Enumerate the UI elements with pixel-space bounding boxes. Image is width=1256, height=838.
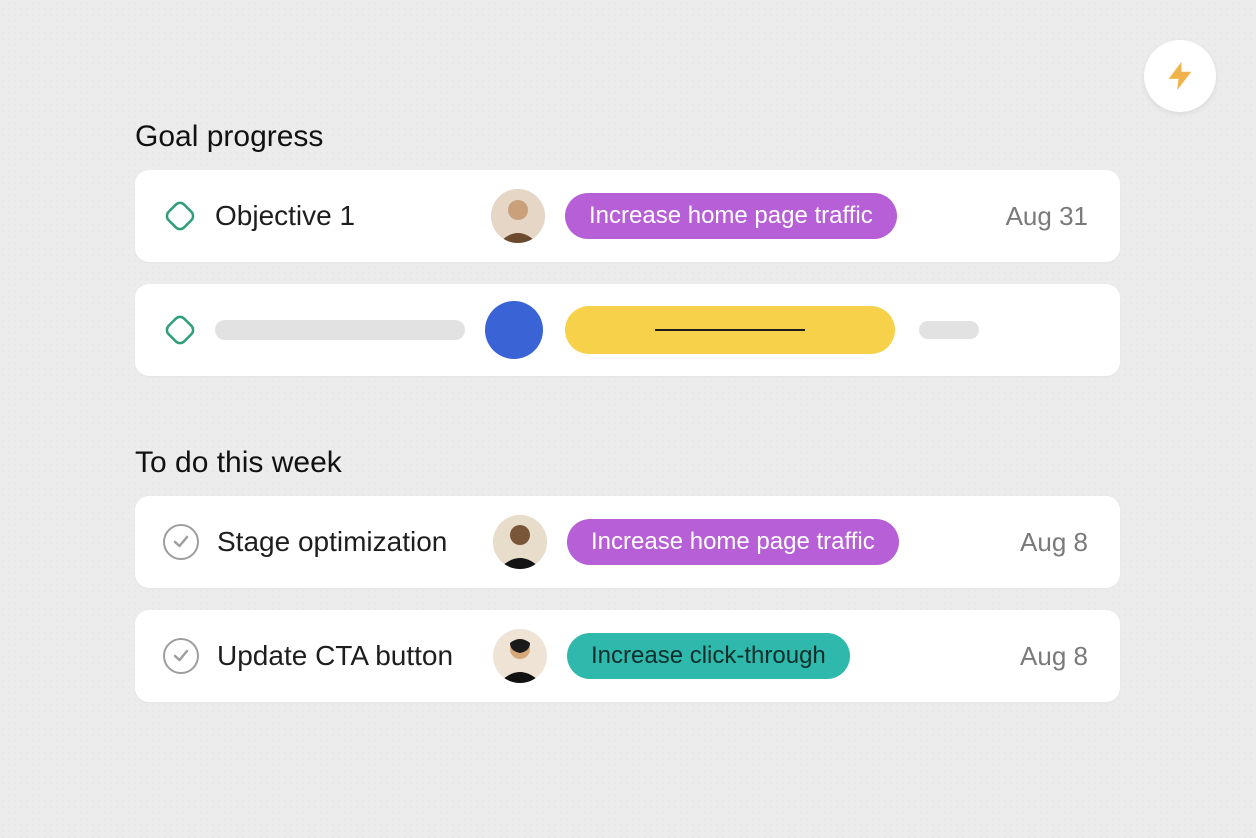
diamond-icon [163,313,197,347]
task-tag[interactable]: Increase click-through [567,633,850,679]
task-row[interactable]: Stage optimization Increase home page tr… [135,496,1120,588]
tag-label: Increase click-through [591,642,826,670]
avatar-icon [491,189,545,243]
placeholder-avatar [485,301,543,359]
placeholder-title [215,320,465,340]
tag-label: Increase home page traffic [589,202,873,230]
goal-date: Aug 31 [1006,201,1092,232]
bolt-icon [1163,59,1197,93]
avatar-icon [493,629,547,683]
avatar[interactable] [493,629,547,683]
section-title-goal-progress: Goal progress [135,120,1120,154]
avatar-icon [493,515,547,569]
task-title: Update CTA button [217,640,487,672]
check-icon [172,533,190,551]
goal-icon [163,199,197,233]
goal-row-placeholder[interactable] [135,284,1120,376]
avatar[interactable] [493,515,547,569]
task-title: Stage optimization [217,526,487,558]
task-date: Aug 8 [1020,641,1092,672]
goal-title: Objective 1 [215,200,485,232]
goal-tag[interactable]: Increase home page traffic [565,193,897,239]
main-content: Goal progress Objective 1 Increase home … [135,120,1120,724]
placeholder-date [919,321,979,339]
diamond-icon [163,199,197,233]
task-complete-toggle[interactable] [163,638,199,674]
task-date: Aug 8 [1020,527,1092,558]
tag-label: Increase home page traffic [591,528,875,556]
task-complete-toggle[interactable] [163,524,199,560]
task-row[interactable]: Update CTA button Increase click-through… [135,610,1120,702]
section-title-todo-week: To do this week [135,446,1120,480]
check-icon [172,647,190,665]
placeholder-tag [565,306,895,354]
task-tag[interactable]: Increase home page traffic [567,519,899,565]
placeholder-tag-line [655,329,805,331]
goal-icon [163,313,197,347]
goal-row[interactable]: Objective 1 Increase home page traffic A… [135,170,1120,262]
automation-bolt-button[interactable] [1144,40,1216,112]
avatar[interactable] [491,189,545,243]
